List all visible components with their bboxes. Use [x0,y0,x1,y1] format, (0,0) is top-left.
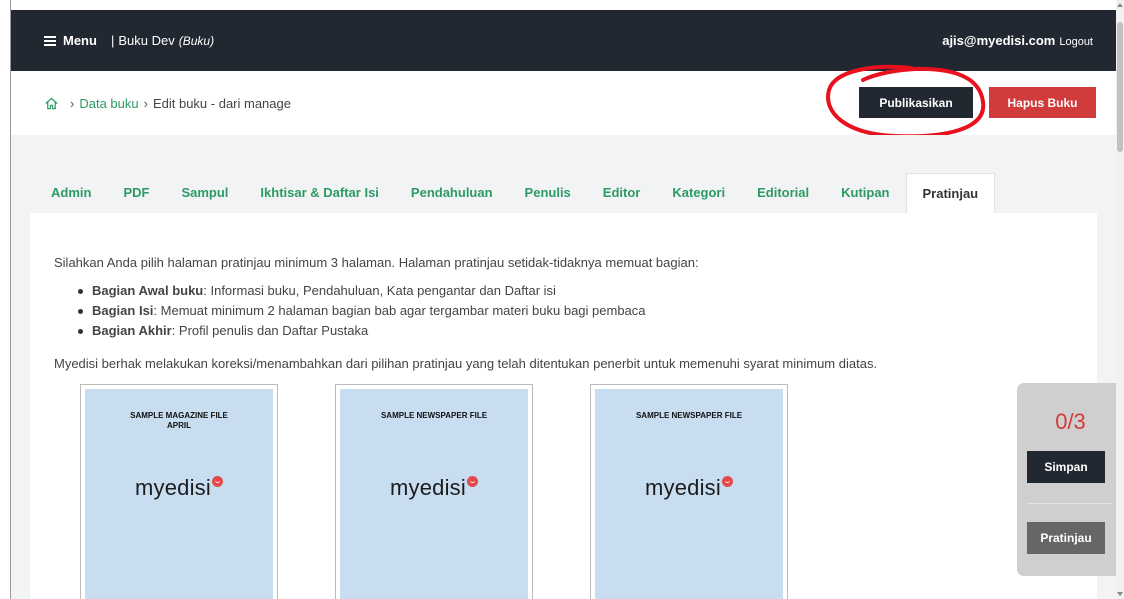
rule-text: : Memuat minimum 2 halaman bagian bab ag… [153,303,646,318]
breadcrumb-data-buku[interactable]: Data buku [79,96,138,111]
book-type: (Buku) [178,33,215,48]
preview-button[interactable]: Pratinjau [1027,522,1105,554]
book-title: Buku Dev [118,33,175,48]
thumbnail-caption: SAMPLE MAGAZINE FILE APRIL [130,411,228,430]
page-scrollbar[interactable] [1116,0,1124,599]
title-separator: | [110,33,115,48]
breadcrumb-separator: › [143,95,148,111]
tab-kutipan[interactable]: Kutipan [825,173,905,213]
logo-text: myedisi [390,475,466,500]
scrollbar-thumb[interactable] [1117,22,1123,152]
divider [1027,503,1112,504]
breadcrumb-separator: › [70,95,75,111]
selection-counter: 0/3 [1055,409,1086,434]
tab-pendahuluan[interactable]: Pendahuluan [395,173,509,213]
rule-title: Bagian Akhir [92,323,172,338]
tab-ikhtisar[interactable]: Ikhtisar & Daftar Isi [244,173,395,213]
rule-text: : Profil penulis dan Daftar Pustaka [171,323,369,338]
thumbnail-caption: SAMPLE NEWSPAPER FILE [380,411,488,420]
list-item: Bagian Awal buku: Informasi buku, Pendah… [74,281,646,301]
delete-book-button[interactable]: Hapus Buku [989,87,1096,118]
myedisi-logo: myedisi [85,475,273,501]
menu-label: Menu [63,33,97,48]
thumbnail-page: SAMPLE NEWSPAPER FILE myedisi [340,389,528,599]
page-thumbnail[interactable]: SAMPLE NEWSPAPER FILE myedisi [590,384,788,599]
page-thumbnail[interactable]: SAMPLE NEWSPAPER FILE myedisi [335,384,533,599]
tab-editor[interactable]: Editor [587,173,657,213]
scroll-down-arrow-icon[interactable] [1117,592,1123,596]
thumbnail-page: SAMPLE NEWSPAPER FILE myedisi [595,389,783,599]
thumbnail-caption: SAMPLE NEWSPAPER FILE [635,411,743,420]
rule-title: Bagian Isi [92,303,154,318]
breadcrumb-bar: › Data buku › Edit buku - dari manage Pu… [11,71,1116,135]
breadcrumb-current: Edit buku - dari manage [152,95,291,111]
logout-link[interactable]: Logout [1059,36,1093,48]
save-button[interactable]: Simpan [1027,451,1105,483]
page-thumbnails: SAMPLE MAGAZINE FILE APRIL myedisi SAMPL… [80,384,845,599]
scroll-up-arrow-icon[interactable] [1117,3,1123,7]
tab-kategori[interactable]: Kategori [656,173,741,213]
note-text: Myedisi berhak melakukan koreksi/menamba… [54,356,878,371]
list-item: Bagian Isi: Memuat minimum 2 halaman bag… [74,301,646,321]
logo-smile-icon [211,476,223,487]
tab-penulis[interactable]: Penulis [509,173,587,213]
list-item: Bagian Akhir: Profil penulis dan Daftar … [74,321,646,341]
rule-text: : Informasi buku, Pendahuluan, Kata peng… [203,283,556,298]
breadcrumb: › Data buku › Edit buku - dari manage [44,96,291,111]
home-icon[interactable] [44,96,59,111]
logo-text: myedisi [645,475,721,500]
publish-button[interactable]: Publikasikan [859,87,973,118]
intro-text: Silahkan Anda pilih halaman pratinjau mi… [54,255,699,270]
user-email: ajis@myedisi.com [942,33,1056,48]
tab-pratinjau[interactable]: Pratinjau [905,173,996,213]
tab-editorial[interactable]: Editorial [741,173,825,213]
myedisi-logo: myedisi [595,475,783,501]
page-thumbnail[interactable]: SAMPLE MAGAZINE FILE APRIL myedisi [80,384,278,599]
tab-admin[interactable]: Admin [35,173,107,213]
window-left-edge [0,0,11,599]
rule-title: Bagian Awal buku [92,283,204,298]
tab-sampul[interactable]: Sampul [165,173,244,213]
logo-text: myedisi [135,475,211,500]
content-area: Admin PDF Sampul Ikhtisar & Daftar Isi P… [11,135,1116,599]
tab-bar: Admin PDF Sampul Ikhtisar & Daftar Isi P… [35,173,996,213]
user-area: ajis@myedisi.com Logout [942,33,1093,48]
logo-smile-icon [466,476,478,487]
menu-button[interactable]: Menu [44,33,97,48]
selection-counter-panel: 0/3 Simpan Pratinjau [1017,383,1124,576]
tab-pdf[interactable]: PDF [107,173,165,213]
logo-smile-icon [721,476,733,487]
preview-panel: Silahkan Anda pilih halaman pratinjau mi… [30,213,1097,599]
myedisi-logo: myedisi [340,475,528,501]
hamburger-icon [44,35,56,46]
requirements-list: Bagian Awal buku: Informasi buku, Pendah… [74,281,646,341]
thumbnail-page: SAMPLE MAGAZINE FILE APRIL myedisi [85,389,273,599]
top-navbar: Menu | Buku Dev (Buku) ajis@myedisi.com … [11,10,1116,71]
